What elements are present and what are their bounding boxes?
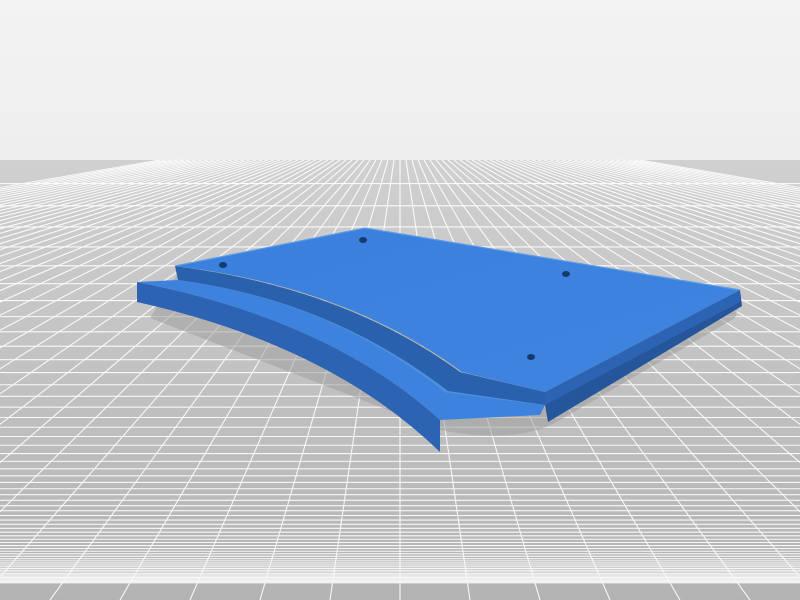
mounting-hole-icon — [527, 354, 535, 360]
3d-viewport[interactable] — [0, 0, 800, 600]
mounting-hole-icon — [562, 271, 570, 277]
mounting-hole-icon — [219, 262, 227, 268]
mounting-hole-icon — [359, 237, 367, 243]
rendered-model-scene — [0, 0, 800, 600]
